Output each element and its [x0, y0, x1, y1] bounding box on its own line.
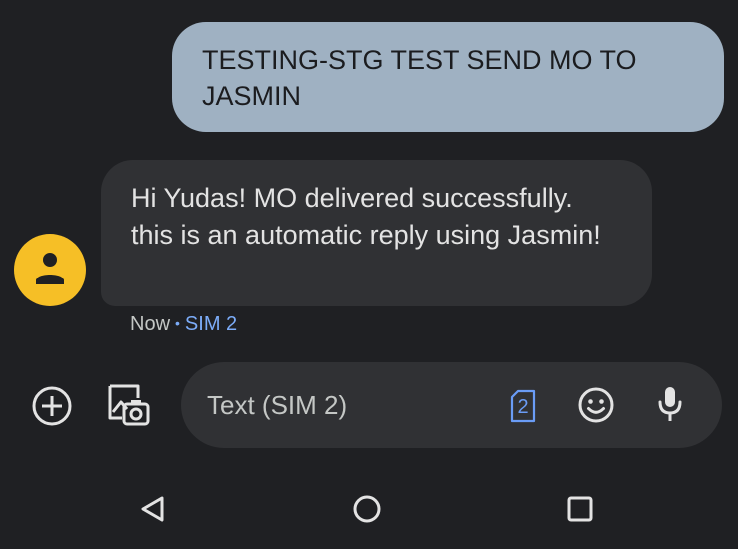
message-sim-label: SIM 2	[184, 313, 238, 335]
gallery-button[interactable]	[104, 382, 152, 430]
nav-back-button[interactable]	[138, 494, 168, 524]
system-navigation-bar	[0, 470, 738, 549]
contact-avatar[interactable]	[14, 234, 86, 306]
microphone-icon	[658, 387, 682, 421]
emoji-button[interactable]	[577, 386, 615, 424]
gallery-camera-icon	[108, 384, 150, 426]
emoji-icon	[578, 387, 614, 423]
sim-select-button[interactable]: 2	[510, 389, 536, 423]
back-triangle-icon	[141, 496, 164, 522]
outgoing-message-bubble[interactable]: TESTING-STG TEST SEND MO TO JASMIN	[172, 22, 724, 132]
sim-number: 2	[517, 396, 529, 418]
voice-input-button[interactable]	[655, 384, 685, 426]
outgoing-message-text: TESTING-STG TEST SEND MO TO JASMIN	[202, 45, 637, 111]
nav-home-button[interactable]	[352, 494, 382, 524]
compose-bar: 2	[181, 362, 722, 448]
recents-square-icon	[567, 496, 593, 522]
nav-recents-button[interactable]	[566, 495, 594, 523]
message-status-line: Now • SIM 2	[130, 310, 237, 337]
incoming-message-bubble[interactable]: Hi Yudas! MO delivered successfully. thi…	[101, 160, 652, 306]
add-attachment-button[interactable]	[30, 384, 74, 428]
message-input[interactable]	[207, 386, 487, 424]
message-time: Now	[130, 313, 171, 335]
messages-screen: TESTING-STG TEST SEND MO TO JASMIN Hi Yu…	[0, 0, 738, 549]
home-circle-icon	[353, 495, 381, 523]
incoming-message-text: Hi Yudas! MO delivered successfully. thi…	[131, 183, 601, 250]
person-icon	[36, 253, 64, 284]
add-circle-icon	[32, 386, 72, 426]
meta-separator: •	[175, 315, 180, 331]
